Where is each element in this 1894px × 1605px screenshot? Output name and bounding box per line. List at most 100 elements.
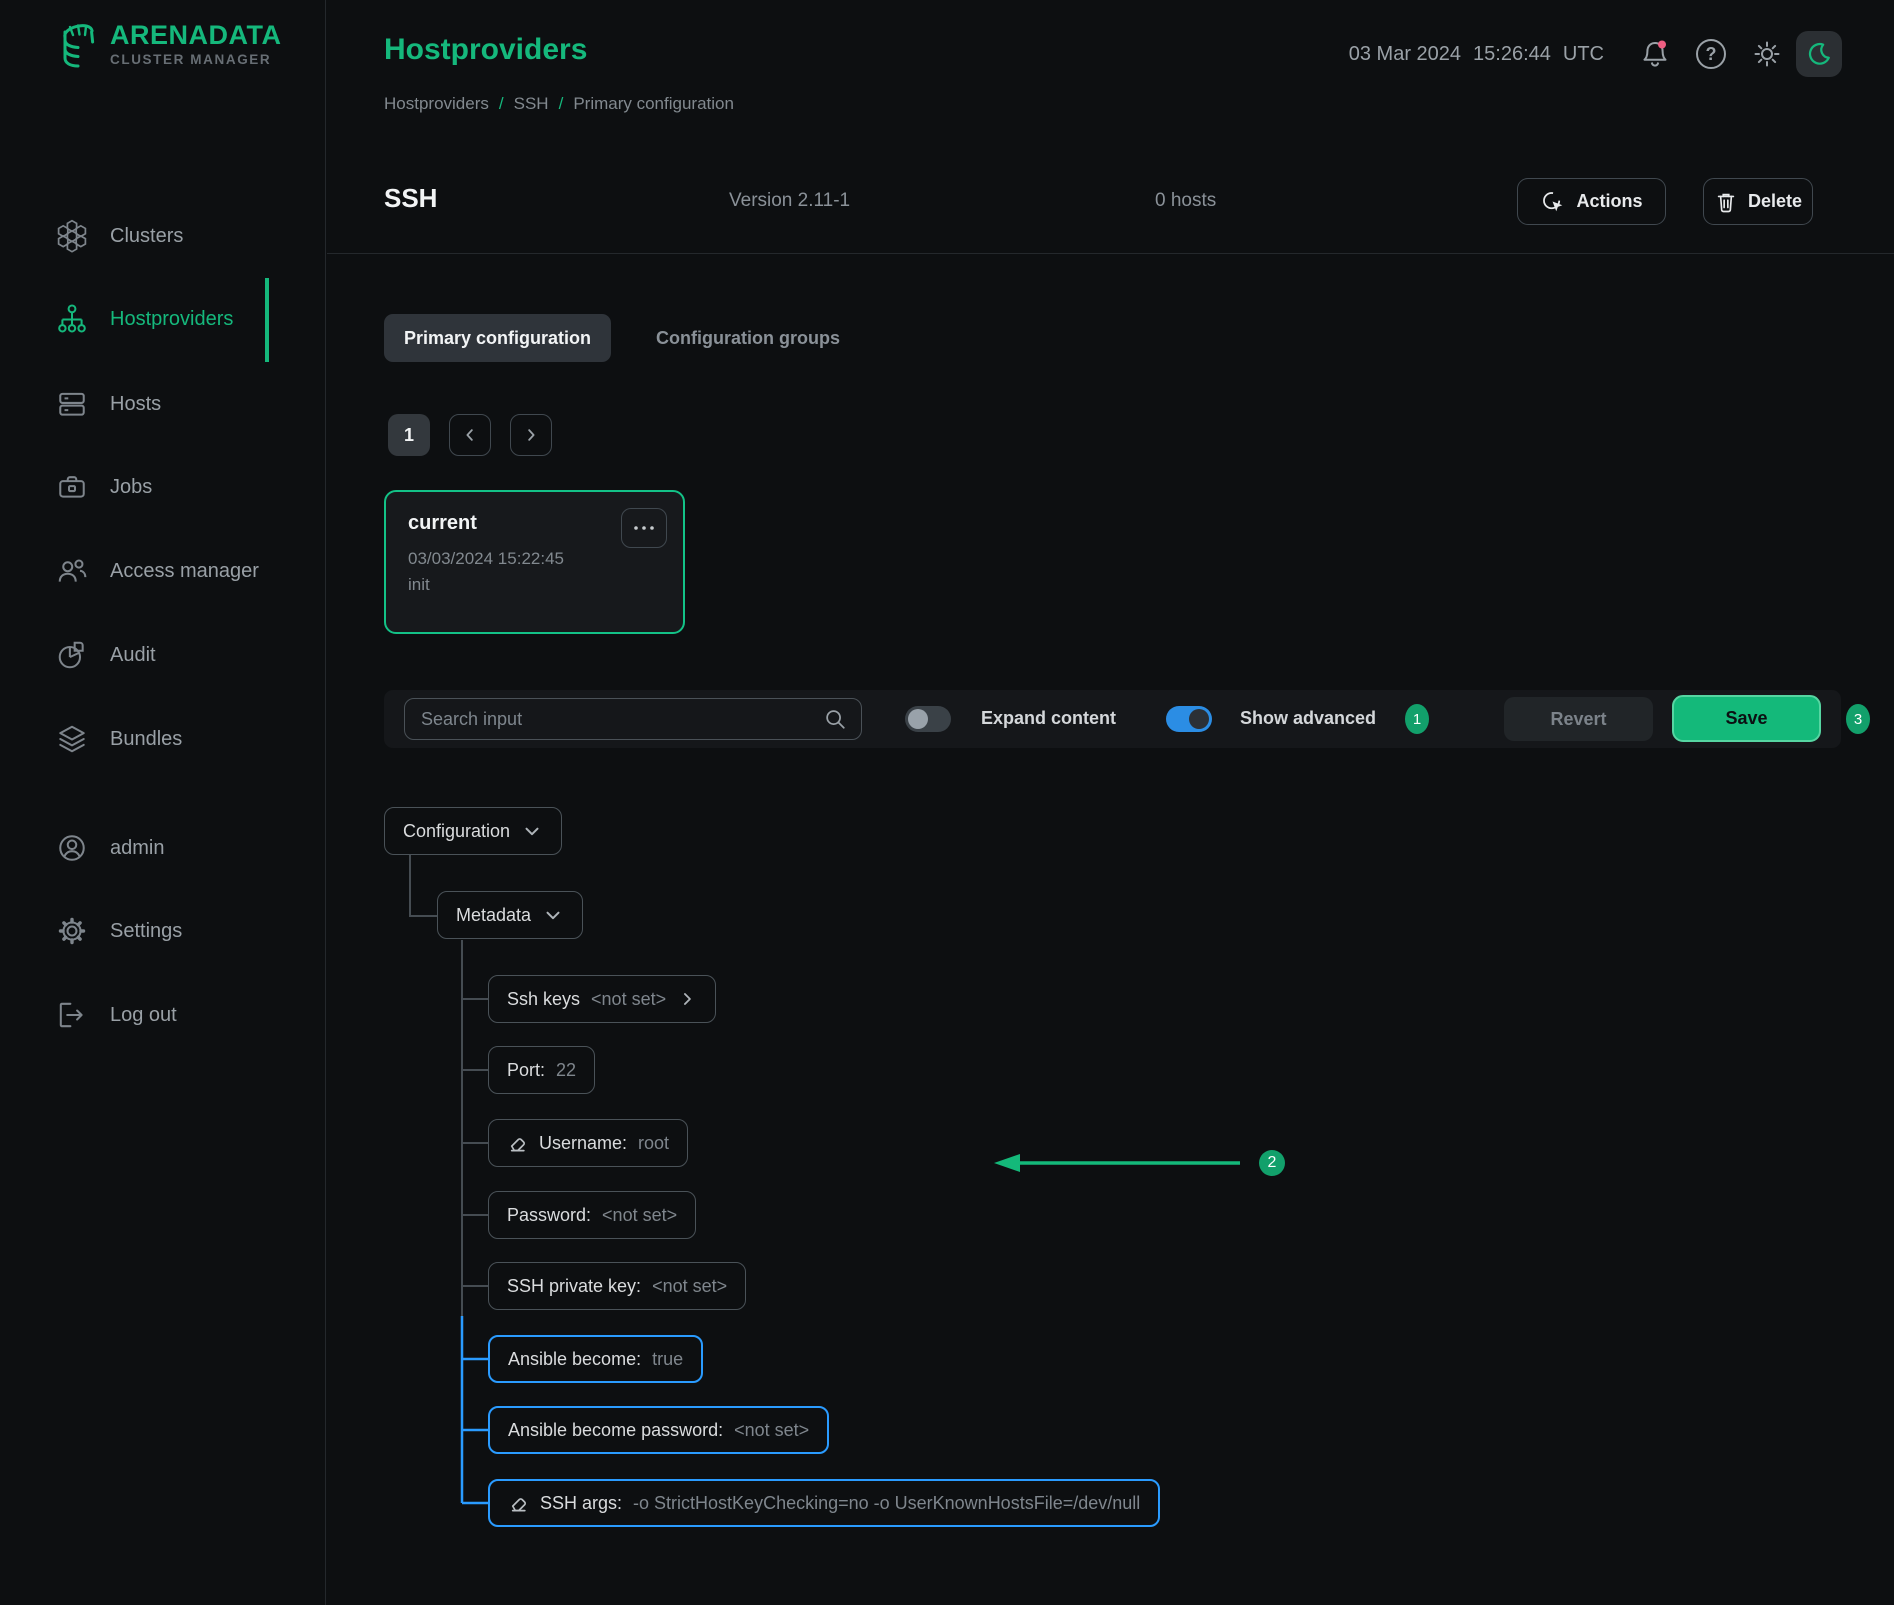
toggle-knob [1189, 709, 1209, 729]
pagination-page-1[interactable]: 1 [388, 414, 430, 456]
help-button[interactable]: ? [1692, 35, 1730, 73]
annotation-badge-3: 3 [1846, 704, 1870, 734]
revert-button[interactable]: Revert [1504, 697, 1653, 741]
sidebar-item-label: Clusters [110, 225, 183, 248]
config-field-password[interactable]: Password: <not set> [488, 1191, 696, 1239]
search-icon [823, 707, 847, 731]
config-node-configuration[interactable]: Configuration [384, 807, 562, 855]
annotation-badge-1: 1 [1405, 704, 1429, 734]
arenadata-logo-icon [56, 20, 102, 72]
page-title: Hostproviders [384, 33, 587, 67]
tab-primary-configuration[interactable]: Primary configuration [384, 314, 611, 362]
jobs-icon [56, 471, 88, 503]
sidebar-item-admin[interactable]: admin [0, 824, 326, 872]
search-input[interactable] [419, 708, 823, 731]
breadcrumb-separator: / [559, 94, 564, 114]
breadcrumb: Hostproviders / SSH / Primary configurat… [384, 94, 734, 114]
breadcrumb-hostproviders[interactable]: Hostproviders [384, 94, 489, 114]
sidebar: ARENADATA CLUSTER MANAGER Clusters Hostp… [0, 0, 326, 1605]
delete-button[interactable]: Delete [1703, 178, 1813, 225]
expand-content-toggle[interactable] [905, 706, 951, 732]
sidebar-item-clusters[interactable]: Clusters [0, 212, 326, 260]
time-text: 15:26:44 [1473, 43, 1551, 66]
brand-subtitle: CLUSTER MANAGER [110, 52, 281, 67]
trash-icon [1714, 189, 1738, 215]
config-version-menu-button[interactable] [621, 508, 667, 548]
page-number: 1 [404, 425, 414, 446]
sidebar-item-hosts[interactable]: Hosts [0, 380, 326, 428]
help-icon: ? [1696, 39, 1726, 69]
sidebar-item-hostproviders[interactable]: Hostproviders [0, 295, 326, 343]
sidebar-item-label: Hostproviders [110, 308, 233, 331]
hostproviders-icon [56, 303, 88, 335]
show-advanced-label: Show advanced [1240, 708, 1376, 729]
timezone-text: UTC [1563, 43, 1604, 66]
dark-theme-button[interactable] [1796, 31, 1842, 77]
config-field-ssh-keys[interactable]: Ssh keys <not set> [488, 975, 716, 1023]
eraser-icon [508, 1493, 529, 1514]
breadcrumb-ssh[interactable]: SSH [514, 94, 549, 114]
search-box[interactable] [404, 698, 862, 740]
pagination-next-button[interactable] [510, 414, 552, 456]
annotation-badge-2: 2 [1259, 1150, 1285, 1176]
clusters-icon [56, 219, 88, 253]
breadcrumb-primary-configuration[interactable]: Primary configuration [573, 94, 734, 114]
divider [327, 253, 1894, 254]
config-field-ssh-args[interactable]: SSH args: -o StrictHostKeyChecking=no -o… [488, 1479, 1160, 1527]
actions-button[interactable]: Actions [1517, 178, 1666, 225]
chevron-down-icon [521, 820, 543, 842]
config-version-timestamp: 03/03/2024 15:22:45 [408, 549, 661, 569]
chevron-right-icon [677, 989, 697, 1009]
notifications-button[interactable] [1636, 35, 1674, 73]
object-hosts-count: 0 hosts [1155, 190, 1216, 212]
annotation-arrow [960, 1130, 1280, 1196]
sidebar-item-logout[interactable]: Log out [0, 991, 326, 1039]
sidebar-item-label: Audit [110, 644, 156, 667]
breadcrumb-separator: / [499, 94, 504, 114]
sidebar-item-label: Hosts [110, 393, 161, 416]
chevron-down-icon [542, 904, 564, 926]
config-version-description: init [408, 575, 661, 595]
config-field-username[interactable]: Username: root [488, 1119, 688, 1167]
tab-label: Configuration groups [656, 328, 840, 349]
sidebar-item-audit[interactable]: Audit [0, 631, 326, 679]
sidebar-item-label: Access manager [110, 560, 259, 583]
sidebar-item-label: Settings [110, 920, 182, 943]
logo[interactable]: ARENADATA CLUSTER MANAGER [56, 20, 281, 72]
config-field-port[interactable]: Port: 22 [488, 1046, 595, 1094]
sidebar-item-bundles[interactable]: Bundles [0, 715, 326, 763]
object-name: SSH [384, 183, 437, 214]
moon-icon [1805, 40, 1833, 68]
save-button[interactable]: Save [1672, 695, 1821, 742]
app-window: ARENADATA CLUSTER MANAGER Clusters Hostp… [0, 0, 1894, 1605]
config-field-ansible-become[interactable]: Ansible become: true [488, 1335, 703, 1383]
sidebar-item-label: Jobs [110, 476, 152, 499]
sidebar-item-jobs[interactable]: Jobs [0, 463, 326, 511]
tab-configuration-groups[interactable]: Configuration groups [656, 314, 840, 362]
date-text: 03 Mar 2024 [1349, 43, 1461, 66]
logout-icon [56, 999, 88, 1031]
bundles-icon [56, 723, 88, 755]
delete-button-label: Delete [1748, 191, 1802, 212]
eraser-icon [507, 1133, 528, 1154]
config-version-card[interactable]: current 03/03/2024 15:22:45 init [384, 490, 685, 634]
actions-cursor-icon [1540, 189, 1566, 215]
object-version: Version 2.11-1 [729, 190, 850, 212]
bell-icon [1639, 38, 1671, 70]
topbar: 03 Mar 2024 15:26:44 UTC ? [1349, 30, 1842, 78]
config-field-ssh-private-key[interactable]: SSH private key: <not set> [488, 1262, 746, 1310]
config-field-ansible-become-password[interactable]: Ansible become password: <not set> [488, 1406, 829, 1454]
pagination-prev-button[interactable] [449, 414, 491, 456]
datetime: 03 Mar 2024 15:26:44 UTC [1349, 43, 1604, 66]
light-theme-button[interactable] [1748, 35, 1786, 73]
show-advanced-toggle[interactable] [1166, 706, 1212, 732]
sidebar-item-access-manager[interactable]: Access manager [0, 547, 326, 595]
hosts-icon [56, 388, 88, 420]
sidebar-item-label: admin [110, 837, 164, 860]
access-manager-icon [56, 555, 88, 587]
actions-button-label: Actions [1576, 191, 1642, 212]
config-node-metadata[interactable]: Metadata [437, 891, 583, 939]
ellipsis-icon [633, 524, 655, 532]
sidebar-item-settings[interactable]: Settings [0, 907, 326, 955]
audit-icon [56, 639, 88, 671]
